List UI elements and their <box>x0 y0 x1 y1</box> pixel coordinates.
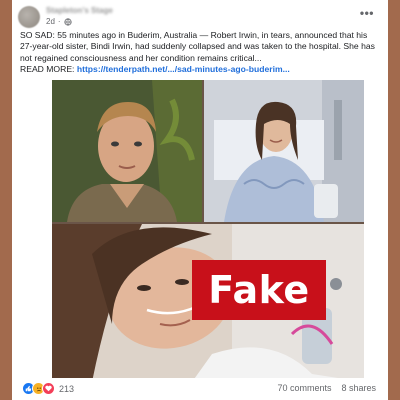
read-more-row: READ MORE: https://tenderpath.net/.../sa… <box>20 64 382 75</box>
post-text: SO SAD: 55 minutes ago in Buderim, Austr… <box>20 30 382 76</box>
post-header: Stapleton's Stage 2d · ••• <box>12 0 388 30</box>
hospital-bed-illustration <box>204 80 364 222</box>
post-body: SO SAD: 55 minutes ago in Buderim, Austr… <box>20 30 375 63</box>
reactions-summary[interactable]: 213 <box>22 382 74 395</box>
read-more-link[interactable]: https://tenderpath.net/.../sad-minutes-a… <box>77 64 290 74</box>
more-options-icon[interactable]: ••• <box>360 6 374 20</box>
fake-label: Fake <box>192 260 326 320</box>
shares-count[interactable]: 8 shares <box>341 383 376 393</box>
avatar[interactable] <box>18 6 40 28</box>
author-name[interactable]: Stapleton's Stage <box>46 6 113 15</box>
read-more-label: READ MORE: <box>20 64 75 75</box>
photo-man-portrait <box>52 80 202 222</box>
man-portrait-illustration <box>52 80 202 222</box>
globe-icon <box>63 17 72 26</box>
engagement-stats: 70 comments 8 shares <box>277 383 376 393</box>
post-image-collage[interactable]: Fake <box>52 80 364 382</box>
post-time[interactable]: 2d <box>46 17 55 26</box>
love-icon <box>42 382 55 395</box>
photo-woman-hospital-bed <box>204 80 364 222</box>
comments-count[interactable]: 70 comments <box>277 383 331 393</box>
reaction-count: 213 <box>59 383 75 394</box>
post-meta: 2d · <box>46 17 72 26</box>
facebook-post: Stapleton's Stage 2d · ••• SO SAD: 55 mi… <box>12 0 388 400</box>
post-footer: 213 70 comments 8 shares <box>12 378 388 400</box>
